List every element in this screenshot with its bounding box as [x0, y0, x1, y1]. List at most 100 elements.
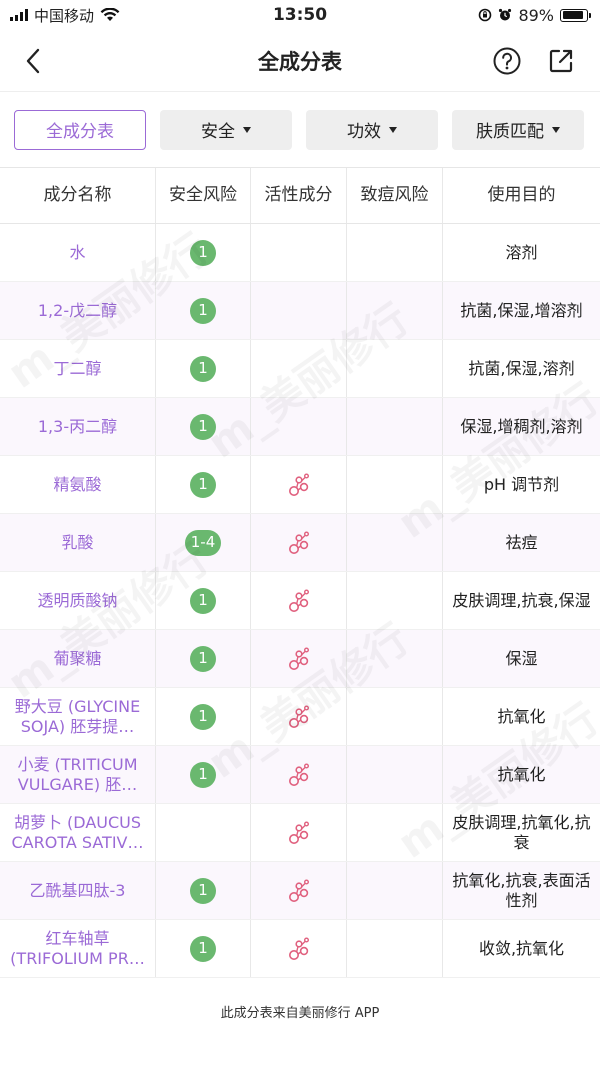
battery-icon [560, 8, 591, 22]
status-bar: 中国移动 13:50 89% [0, 0, 600, 30]
active-ingredient-icon [288, 589, 309, 612]
safety-badge: 1 [190, 239, 216, 266]
header-name: 成分名称 [0, 168, 156, 223]
filter-efficacy-label: 功效 [347, 122, 381, 142]
acne-cell [347, 920, 443, 977]
ingredient-name[interactable]: 透明质酸钠 [0, 572, 156, 629]
active-ingredient-icon [288, 473, 309, 496]
table-row[interactable]: 1,3-丙二醇 1 保湿,增稠剂,溶剂 [0, 398, 600, 456]
carrier-label: 中国移动 [34, 6, 95, 25]
purpose-cell: 抗氧化 [497, 764, 546, 784]
share-button[interactable] [546, 46, 576, 76]
safety-cell: 1 [156, 456, 251, 513]
help-button[interactable] [492, 46, 522, 76]
active-cell [251, 514, 347, 571]
table-row[interactable]: 葡聚糖 1 保湿 [0, 630, 600, 688]
status-left: 中国移动 [10, 5, 120, 26]
safety-cell: 1 [156, 572, 251, 629]
active-cell [251, 456, 347, 513]
table-row[interactable]: 乙酰基四肽-3 1 抗氧化,抗衰,表面活性剂 [0, 862, 600, 920]
safety-badge: 1 [190, 471, 216, 498]
header-active: 活性成分 [251, 168, 347, 223]
safety-badge: 1 [190, 703, 216, 730]
filter-efficacy-dropdown[interactable]: 功效 [306, 109, 438, 150]
table-row[interactable]: 小麦 (TRITICUM VULGARE) 胚… 1 抗氧化 [0, 746, 600, 804]
table-row[interactable]: 乳酸 1-4 祛痘 [0, 514, 600, 572]
purpose-cell: 祛痘 [505, 532, 538, 552]
safety-cell: 1 [156, 746, 251, 803]
rotation-lock-icon [479, 8, 492, 22]
filter-safety-dropdown[interactable]: 安全 [160, 109, 292, 150]
safety-cell: 1 [156, 630, 251, 687]
purpose-cell: 抗氧化 [497, 706, 546, 726]
header-purpose: 使用目的 [487, 184, 556, 205]
safety-cell: 1 [156, 398, 251, 455]
active-cell [251, 340, 347, 397]
ingredient-name[interactable]: 小麦 (TRITICUM VULGARE) 胚… [0, 746, 156, 803]
caret-down-icon [389, 126, 397, 133]
active-ingredient-icon [288, 705, 309, 728]
ingredient-name[interactable]: 葡聚糖 [0, 630, 156, 687]
safety-cell [156, 804, 251, 861]
purpose-cell: pH 调节剂 [483, 474, 560, 494]
safety-badge: 1 [190, 935, 216, 962]
purpose-cell: 抗菌,保湿,增溶剂 [460, 300, 583, 320]
safety-badge: 1 [190, 587, 216, 614]
safety-cell: 1 [156, 224, 251, 281]
ingredient-name[interactable]: 红车轴草 (TRIFOLIUM PR… [0, 920, 156, 977]
purpose-cell: 皮肤调理,抗衰,保湿 [452, 590, 591, 610]
safety-badge: 1 [190, 645, 216, 672]
ingredient-name[interactable]: 水 [0, 224, 156, 281]
safety-badge: 1 [190, 761, 216, 788]
safety-badge: 1 [190, 413, 216, 440]
acne-cell [347, 340, 443, 397]
header-safety: 安全风险 [156, 168, 251, 223]
table-header-row: 成分名称 安全风险 活性成分 致痘风险 使用目的 [0, 168, 600, 224]
acne-cell [347, 572, 443, 629]
active-ingredient-icon [288, 531, 309, 554]
table-row[interactable]: 1,2-戊二醇 1 抗菌,保湿,增溶剂 [0, 282, 600, 340]
ingredient-name[interactable]: 丁二醇 [0, 340, 156, 397]
table-row[interactable]: 红车轴草 (TRIFOLIUM PR… 1 收敛,抗氧化 [0, 920, 600, 978]
active-cell [251, 920, 347, 977]
acne-cell [347, 456, 443, 513]
ingredient-name[interactable]: 野大豆 (GLYCINE SOJA) 胚芽提… [0, 688, 156, 745]
filter-skin-type-dropdown[interactable]: 肤质匹配 [452, 109, 584, 150]
table-row[interactable]: 丁二醇 1 抗菌,保湿,溶剂 [0, 340, 600, 398]
safety-cell: 1 [156, 340, 251, 397]
filter-bar: 全成分表 安全 功效 肤质匹配 [0, 92, 600, 168]
safety-badge: 1 [190, 297, 216, 324]
table-row[interactable]: 水 1 溶剂 [0, 224, 600, 282]
acne-cell [347, 746, 443, 803]
ingredient-table: 成分名称 安全风险 活性成分 致痘风险 使用目的 水 1 溶剂 1,2-戊二醇 1 抗菌,… [0, 168, 600, 978]
active-cell [251, 804, 347, 861]
filter-all-label: 全成分表 [46, 122, 114, 142]
ingredient-name[interactable]: 1,3-丙二醇 [0, 398, 156, 455]
ingredient-name[interactable]: 胡萝卜 (DAUCUS CAROTA SATIV… [0, 804, 156, 861]
caret-down-icon [552, 126, 560, 133]
acne-cell [347, 630, 443, 687]
alarm-icon [499, 8, 512, 21]
acne-cell [347, 804, 443, 861]
filter-all-button[interactable]: 全成分表 [14, 109, 146, 150]
ingredient-name[interactable]: 精氨酸 [0, 456, 156, 513]
ingredient-name[interactable]: 乳酸 [0, 514, 156, 571]
back-button[interactable] [18, 46, 48, 76]
acne-cell [347, 862, 443, 919]
acne-cell [347, 224, 443, 281]
table-row[interactable]: 透明质酸钠 1 皮肤调理,抗衰,保湿 [0, 572, 600, 630]
ingredient-name[interactable]: 乙酰基四肽-3 [0, 862, 156, 919]
header-acne: 致痘风险 [347, 168, 443, 223]
table-row[interactable]: 精氨酸 1 pH 调节剂 [0, 456, 600, 514]
table-row[interactable]: 胡萝卜 (DAUCUS CAROTA SATIV… 皮肤调理,抗氧化,抗衰 [0, 804, 600, 862]
acne-cell [347, 398, 443, 455]
chevron-left-icon [26, 48, 40, 74]
active-ingredient-icon [288, 647, 309, 670]
purpose-cell: 保湿 [505, 648, 538, 668]
ingredient-name[interactable]: 1,2-戊二醇 [0, 282, 156, 339]
table-row[interactable]: 野大豆 (GLYCINE SOJA) 胚芽提… 1 抗氧化 [0, 688, 600, 746]
status-right: 89% [478, 6, 591, 25]
safety-badge: 1-4 [184, 529, 222, 556]
purpose-cell: 保湿,增稠剂,溶剂 [460, 416, 583, 436]
active-cell [251, 398, 347, 455]
